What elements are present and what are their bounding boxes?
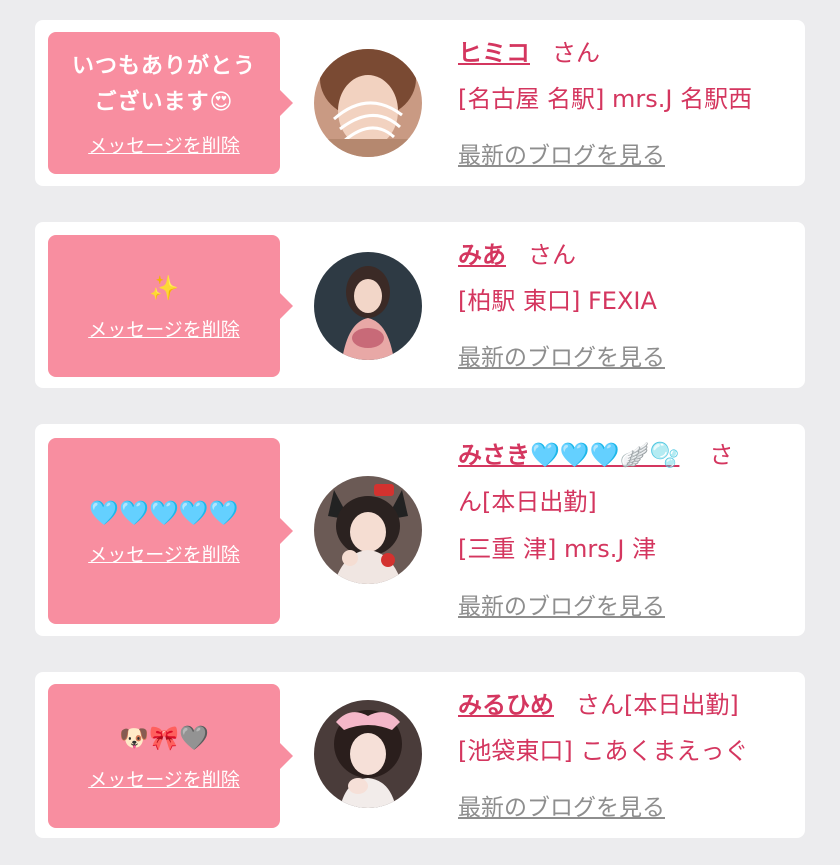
avatar[interactable] [314, 700, 422, 808]
latest-blog-link[interactable]: 最新のブログを見る [458, 795, 665, 821]
latest-blog-link[interactable]: 最新のブログを見る [458, 594, 665, 620]
latest-blog-link[interactable]: 最新のブログを見る [458, 345, 665, 371]
cast-name-link[interactable]: みるひめ [458, 691, 554, 719]
message-line: ございます😍 [94, 89, 234, 115]
message-card: 🩵🩵🩵🩵🩵 メッセージを削除 みさき🩵🩵🩵🪽🫧 さ ん[本日出勤] [三重 津] … [35, 424, 805, 636]
message-line: いつもありがとう [71, 53, 256, 79]
honorific: さん [528, 241, 576, 269]
message-bubble: 🐶🎀🩶 メッセージを削除 [48, 684, 293, 828]
delete-message-link[interactable]: メッセージを削除 [88, 315, 240, 342]
avatar[interactable] [314, 476, 422, 584]
cast-name-link[interactable]: ヒミコ [458, 39, 530, 67]
message-text: 🐶🎀🩶 [119, 723, 209, 752]
message-text: ✨ [149, 273, 179, 302]
message-bubble: いつもありがとう ございます😍 メッセージを削除 [48, 32, 293, 174]
status-label: ん[本日出勤] [458, 488, 597, 516]
cast-info: みるひめ さん[本日出勤] [池袋東口] こあくまえっぐ 最新のブログを見る [458, 682, 793, 831]
latest-blog-link[interactable]: 最新のブログを見る [458, 143, 665, 169]
delete-message-link[interactable]: メッセージを削除 [88, 131, 240, 158]
delete-message-link[interactable]: メッセージを削除 [88, 540, 240, 567]
message-text: 🩵🩵🩵🩵🩵 [89, 498, 239, 527]
shop-label: [名古屋 名駅] mrs.J 名駅西 [458, 85, 753, 113]
message-bubble: ✨ メッセージを削除 [48, 235, 293, 377]
honorific: さん [576, 691, 624, 719]
status-label: [本日出勤] [624, 691, 739, 719]
shop-label: [柏駅 東口] FEXIA [458, 287, 657, 315]
cast-info: みさき🩵🩵🩵🪽🫧 さ ん[本日出勤] [三重 津] mrs.J 津 最新のブログを… [458, 432, 793, 631]
avatar[interactable] [314, 252, 422, 360]
message-card: ✨ メッセージを削除 みあ さん [柏駅 東口] FEXIA 最新のブログを見る [35, 222, 805, 388]
message-card: いつもありがとう ございます😍 メッセージを削除 ヒミコ さん [名古屋 名駅] … [35, 20, 805, 186]
avatar[interactable] [314, 49, 422, 157]
cast-info: みあ さん [柏駅 東口] FEXIA 最新のブログを見る [458, 232, 793, 381]
message-card: 🐶🎀🩶 メッセージを削除 みるひめ さん[本日出勤] [池袋東口] こあくまえっぐ… [35, 672, 805, 838]
cast-info: ヒミコ さん [名古屋 名駅] mrs.J 名駅西 最新のブログを見る [458, 30, 793, 179]
honorific: さん [552, 39, 600, 67]
cast-name-link[interactable]: みさき🩵🩵🩵🪽🫧 [458, 441, 679, 469]
shop-label: [池袋東口] こあくまえっぐ [458, 737, 749, 765]
message-bubble: 🩵🩵🩵🩵🩵 メッセージを削除 [48, 438, 293, 624]
cast-name-link[interactable]: みあ [458, 241, 506, 269]
shop-label: [三重 津] mrs.J 津 [458, 535, 657, 563]
honorific: さ [709, 441, 734, 469]
message-text: いつもありがとう ございます😍 [72, 49, 256, 121]
delete-message-link[interactable]: メッセージを削除 [88, 765, 240, 792]
